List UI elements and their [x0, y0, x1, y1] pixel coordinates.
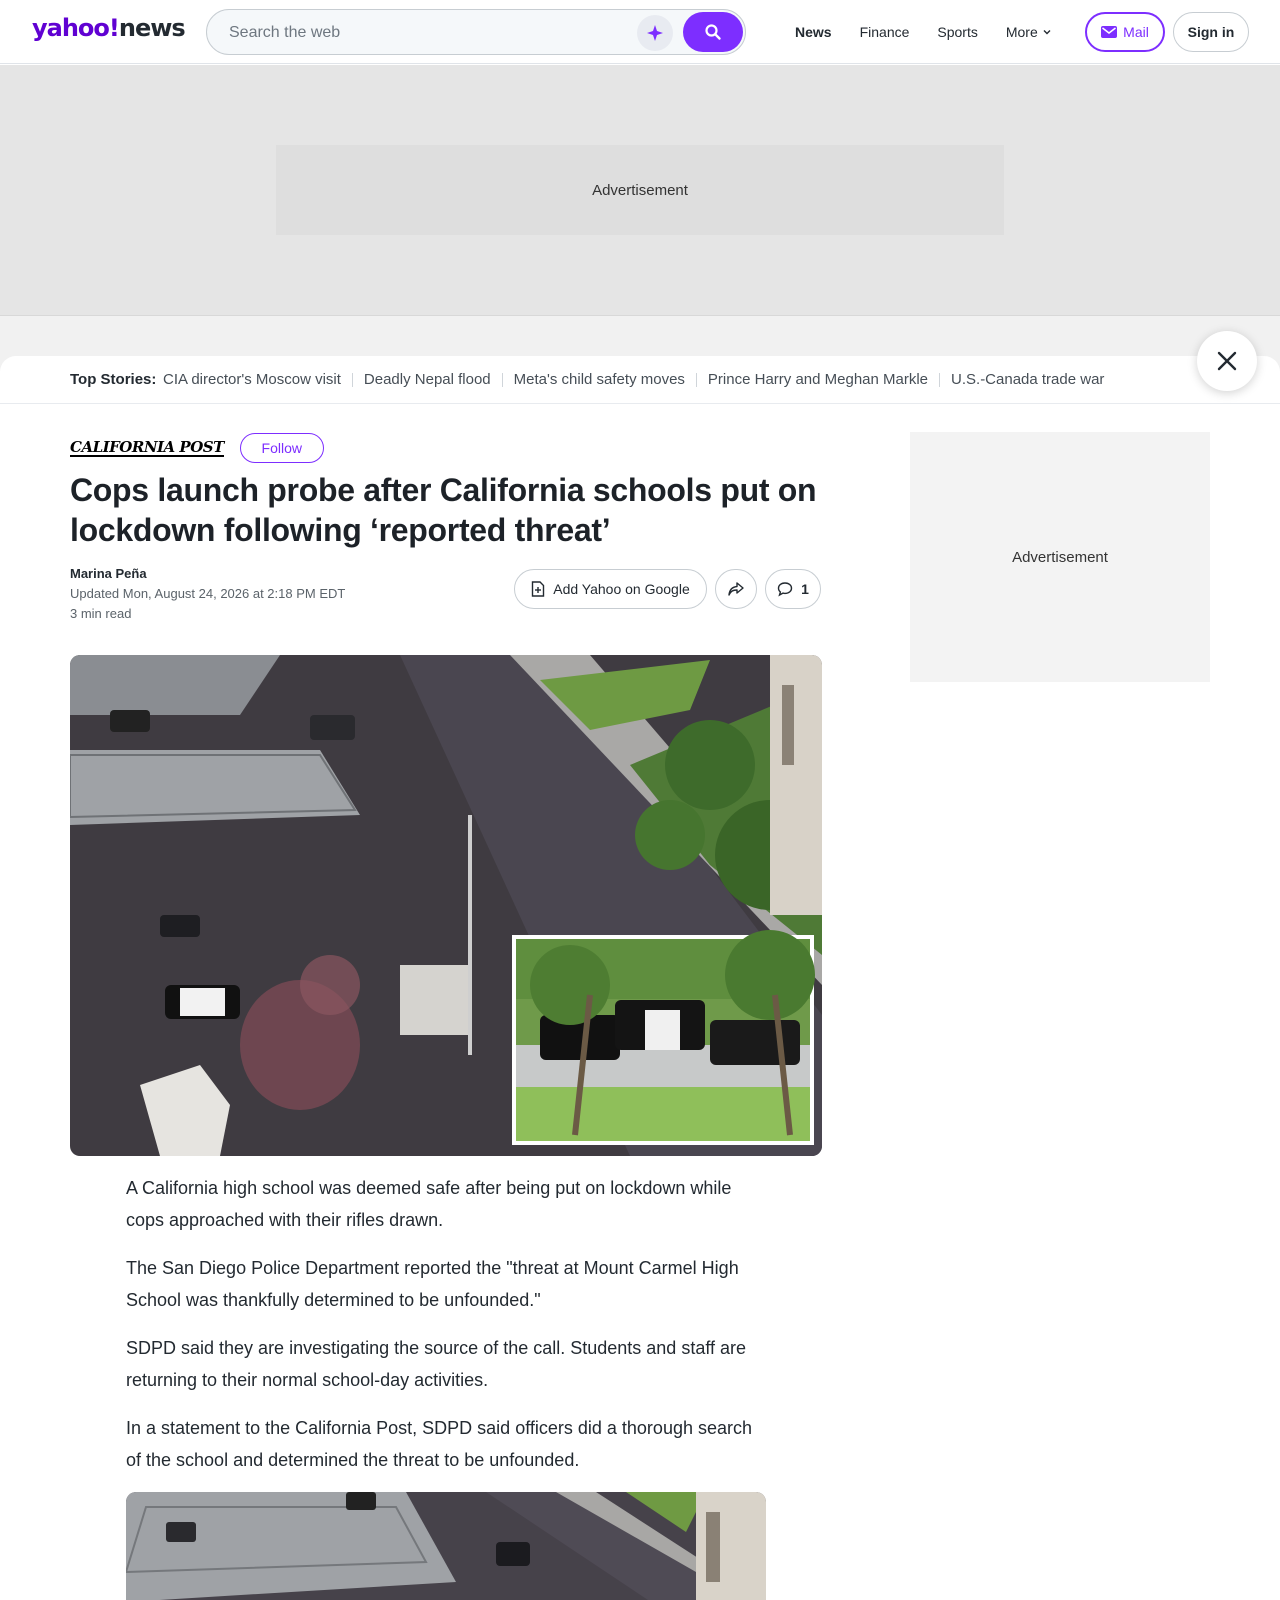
comment-count: 1 — [801, 581, 809, 597]
logo-brand: yahoo! — [32, 14, 120, 42]
article-actions: Add Yahoo on Google 1 — [514, 569, 821, 609]
document-icon — [532, 581, 545, 597]
publisher-logo[interactable]: California Post — [70, 439, 224, 457]
nav-more-label: More — [1005, 24, 1038, 40]
aerial-school-lockdown-photo — [70, 655, 822, 1156]
follow-button[interactable]: Follow — [239, 433, 324, 463]
sidebar-advertisement[interactable]: Advertisement — [910, 432, 1210, 682]
byline: Marina Peña Updated Mon, August 24, 2026… — [70, 564, 345, 624]
mail-label: Mail — [1123, 24, 1149, 40]
site-header: yahoo!news News Finance Sports More Mai — [0, 0, 1280, 64]
mail-button[interactable]: Mail — [1085, 12, 1165, 52]
yahoo-news-logo[interactable]: yahoo!news — [32, 14, 186, 42]
search-bar — [206, 9, 746, 55]
ai-search-button[interactable] — [637, 15, 673, 51]
divider — [351, 372, 353, 387]
share-icon — [728, 582, 744, 596]
article-paragraph: A California high school was deemed safe… — [126, 1178, 732, 1230]
article-hero-image[interactable] — [70, 655, 822, 1156]
publisher-row: California Post Follow — [70, 433, 324, 463]
close-ad-button[interactable] — [1197, 331, 1257, 391]
comments-button[interactable]: 1 — [765, 569, 821, 609]
chevron-down-icon — [1043, 30, 1051, 35]
article-body: A California high school was deemed safe… — [126, 1172, 766, 1492]
nav-news[interactable]: News — [795, 24, 832, 40]
sign-in-button[interactable]: Sign in — [1173, 12, 1249, 52]
article-paragraph: SDPD said they are investigating the sou… — [126, 1338, 747, 1390]
logo-section: news — [118, 14, 186, 42]
add-yahoo-label: Add Yahoo on Google — [553, 581, 690, 597]
aerial-school-photo — [126, 1492, 766, 1600]
top-story-link[interactable]: CIA director's Moscow visit — [163, 371, 341, 388]
top-story-link[interactable]: Deadly Nepal flood — [364, 371, 491, 388]
top-story-link[interactable]: Prince Harry and Meghan Markle — [708, 371, 928, 388]
close-icon — [1217, 351, 1237, 371]
article-paragraph: In a statement to the California Post, S… — [126, 1418, 753, 1470]
read-time: 3 min read — [70, 606, 132, 621]
divider — [939, 372, 941, 387]
article-paragraph: The San Diego Police Department reported… — [126, 1258, 739, 1310]
nav-sports[interactable]: Sports — [937, 24, 977, 40]
top-advertisement[interactable]: Advertisement — [276, 145, 1004, 235]
search-button[interactable] — [683, 12, 743, 52]
search-icon — [705, 24, 721, 40]
nav-more[interactable]: More — [1006, 24, 1052, 40]
divider — [695, 372, 697, 387]
comment-icon — [777, 582, 793, 597]
article-headline: Cops launch probe after California schoo… — [70, 472, 817, 548]
top-stories-bar: Top Stories: CIA director's Moscow visit… — [0, 356, 1280, 404]
add-yahoo-on-google-button[interactable]: Add Yahoo on Google — [514, 569, 707, 609]
top-stories-label: Top Stories: — [70, 371, 157, 388]
search-input[interactable] — [229, 22, 609, 44]
updated-timestamp: Updated Mon, August 24, 2026 at 2:18 PM … — [70, 586, 346, 601]
sparkle-icon — [647, 25, 663, 41]
author-name[interactable]: Marina Peña — [70, 564, 345, 584]
top-ad-band: Advertisement — [0, 65, 1280, 316]
divider — [501, 372, 503, 387]
nav-finance[interactable]: Finance — [860, 24, 910, 40]
top-stories-list: CIA director's Moscow visit Deadly Nepal… — [163, 371, 1153, 388]
main-nav: News Finance Sports More — [795, 24, 1052, 40]
share-button[interactable] — [715, 569, 757, 609]
article-second-image[interactable] — [126, 1492, 766, 1600]
mail-icon — [1101, 26, 1118, 38]
top-story-link[interactable]: U.S.-Canada trade war — [951, 371, 1104, 388]
top-story-link[interactable]: Meta's child safety moves — [514, 371, 685, 388]
